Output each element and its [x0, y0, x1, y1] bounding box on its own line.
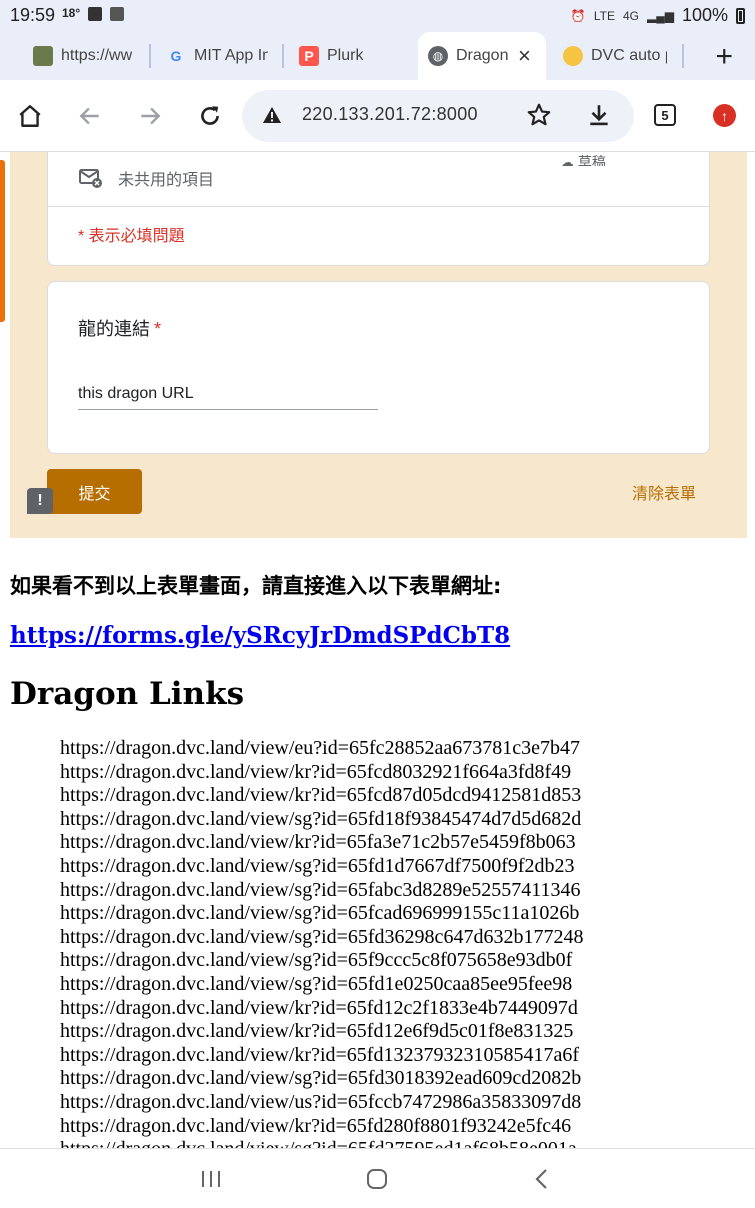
required-star: *	[154, 319, 162, 339]
signal-notification-icon	[110, 7, 124, 21]
form-notice: 如果看不到以上表單畫面，請直接進入以下表單網址:	[10, 574, 502, 598]
close-tab-icon[interactable]: ×	[518, 43, 531, 69]
back-nav-button[interactable]	[527, 1165, 557, 1193]
tab-title: Plurk	[327, 47, 364, 64]
back-arrow-icon	[79, 107, 99, 125]
list-item: https://dragon.dvc.land/view/sg?id=65fd1…	[60, 808, 750, 832]
reload-icon	[201, 106, 219, 125]
tab-3[interactable]: P Plurk	[299, 38, 399, 74]
system-nav-bar	[0, 1148, 755, 1208]
cut-off-text: ☁ 草稿	[560, 152, 606, 166]
tab-5[interactable]: DVC auto p	[563, 38, 667, 74]
list-item: https://dragon.dvc.land/view/sg?id=65f9c…	[60, 949, 750, 973]
required-note: * 表示必填問題	[78, 228, 185, 245]
volte-icon: LTE	[593, 8, 615, 23]
list-item: https://dragon.dvc.land/view/sg?id=65fd1…	[60, 855, 750, 879]
home-circle-icon	[367, 1169, 387, 1189]
plurk-favicon-icon: P	[299, 46, 319, 66]
status-bar: 19:59 18° ⏰ LTE 4G ▂▄▆ 100%	[0, 0, 755, 32]
bookmark-star-icon[interactable]	[526, 102, 552, 128]
dragon-links-heading: Dragon Links	[10, 676, 245, 712]
new-tab-button[interactable]: +	[715, 40, 733, 74]
tab-separator	[682, 44, 684, 68]
divider	[48, 206, 709, 207]
browser-toolbar: 220.133.201.72:8000 5 ↑	[0, 80, 755, 152]
form-url-link[interactable]: https://forms.gle/ySRcyJrDmdSPdCbT8	[10, 622, 510, 649]
list-item: https://dragon.dvc.land/view/kr?id=65fa3…	[60, 831, 750, 855]
question-card: 龍的連結 * this dragon URL	[47, 281, 710, 454]
list-item: https://dragon.dvc.land/view/kr?id=65fd2…	[60, 1115, 750, 1139]
question-title: 龍的連結 *	[78, 315, 161, 341]
status-time: 19:59	[10, 5, 56, 25]
tab-switcher-button[interactable]: 5	[654, 104, 676, 126]
list-item: https://dragon.dvc.land/view/us?id=65fcc…	[60, 1091, 750, 1115]
draft-status: 草稿	[577, 154, 606, 166]
battery-percent: 100%	[681, 5, 728, 25]
list-item: https://dragon.dvc.land/view/sg?id=65fca…	[60, 902, 750, 926]
unshared-row: 未共用的項目	[78, 166, 214, 190]
list-item: https://dragon.dvc.land/view/sg?id=65fd1…	[60, 973, 750, 997]
tab-4-active[interactable]: ◍ Dragon ×	[418, 32, 546, 80]
recent-apps-icon	[202, 1171, 220, 1187]
home-button[interactable]	[14, 100, 46, 132]
list-item: https://dragon.dvc.land/view/kr?id=65fcd…	[60, 761, 750, 785]
reload-button[interactable]	[194, 100, 226, 132]
tab-title: DVC auto p	[591, 47, 667, 64]
mail-off-icon	[79, 169, 102, 188]
question-label: 龍的連結	[78, 319, 150, 339]
list-item: https://dragon.dvc.land/view/sg?id=65fab…	[60, 879, 750, 903]
signal-bars-icon: ▂▄▆	[646, 8, 674, 23]
unshared-label: 未共用的項目	[118, 172, 215, 189]
tab-title: https://ww	[61, 47, 133, 64]
forward-button[interactable]	[134, 100, 166, 132]
address-bar[interactable]: 220.133.201.72:8000	[242, 90, 634, 142]
4g-icon: 4G	[622, 8, 639, 23]
battery-icon	[736, 7, 745, 24]
status-right-group: ⏰ LTE 4G ▂▄▆ 100%	[571, 5, 745, 26]
clear-form-button[interactable]: 清除表單	[632, 480, 696, 504]
report-feedback-icon[interactable]: !	[27, 488, 53, 514]
tab-title: Dragon	[456, 47, 508, 64]
tab-separator	[149, 44, 151, 68]
home-nav-button[interactable]	[362, 1165, 392, 1193]
status-temperature: 18°	[62, 6, 81, 20]
back-button[interactable]	[74, 100, 106, 132]
form-header-card: ☁ 草稿 未共用的項目 * 表示必填問題	[47, 152, 710, 266]
list-item: https://dragon.dvc.land/view/sg?id=65fd3…	[60, 926, 750, 950]
back-chevron-icon	[535, 1169, 547, 1189]
list-item: https://dragon.dvc.land/view/kr?id=65fcd…	[60, 784, 750, 808]
home-icon	[19, 105, 41, 127]
dragon-links-list: https://dragon.dvc.land/view/eu?id=65fc2…	[60, 737, 750, 1149]
warning-icon[interactable]	[262, 106, 282, 124]
google-favicon-icon: G	[170, 48, 182, 64]
image-favicon-icon	[33, 46, 53, 66]
tiger-favicon-icon	[563, 46, 583, 66]
submit-button[interactable]: 提交	[47, 469, 142, 514]
recent-apps-button[interactable]	[196, 1165, 226, 1193]
tab-1[interactable]: https://ww	[33, 38, 133, 74]
scroll-indicator	[0, 160, 5, 322]
tab-title: MIT App In	[194, 47, 268, 64]
forward-arrow-icon	[141, 107, 161, 125]
url-text[interactable]: 220.133.201.72:8000	[302, 104, 478, 125]
update-arrow-icon[interactable]: ↑	[713, 104, 736, 127]
list-item: https://dragon.dvc.land/view/kr?id=65fd1…	[60, 1044, 750, 1068]
checkbox-notification-icon	[88, 7, 102, 21]
answer-input[interactable]: this dragon URL	[78, 385, 378, 410]
tab-strip: https://ww G MIT App In P Plurk ◍ Dragon…	[0, 32, 755, 80]
tab-2[interactable]: G MIT App In	[166, 38, 268, 74]
list-item: https://dragon.dvc.land/view/kr?id=65fd1…	[60, 1020, 750, 1044]
globe-favicon-icon: ◍	[428, 46, 448, 66]
list-item: https://dragon.dvc.land/view/kr?id=65fd1…	[60, 997, 750, 1021]
download-icon[interactable]	[586, 102, 612, 128]
list-item: https://dragon.dvc.land/view/eu?id=65fc2…	[60, 737, 750, 761]
list-item: https://dragon.dvc.land/view/sg?id=65fd3…	[60, 1067, 750, 1091]
alarm-icon: ⏰	[570, 8, 586, 23]
tab-separator	[282, 44, 284, 68]
cloud-save-icon: ☁	[560, 154, 574, 166]
